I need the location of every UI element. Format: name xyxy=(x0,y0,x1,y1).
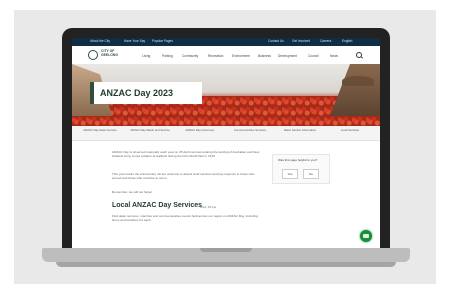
search-icon[interactable] xyxy=(356,52,362,58)
section-date: Wed, 25 Apr xyxy=(200,205,217,209)
nav-item[interactable]: Council xyxy=(308,54,319,58)
nav-item[interactable]: Business xyxy=(258,54,271,58)
topbar-link[interactable]: Popular Pages xyxy=(152,39,173,43)
subnav-link[interactable]: Dawn Service Information xyxy=(278,128,322,132)
subnav-link[interactable]: ANZAC Day March and Service xyxy=(128,128,172,132)
intro-paragraph: ANZAC Day is observed nationally each ye… xyxy=(112,150,260,159)
logo-text[interactable]: CITY OF GEELONG xyxy=(101,49,131,58)
laptop-base-shadow xyxy=(56,262,396,267)
subnav-link[interactable]: ANZAC Day Dawn Service xyxy=(78,128,122,132)
subnav-link[interactable]: ANZAC Day Ceremony xyxy=(178,128,222,132)
nav-item[interactable]: Parking xyxy=(162,54,173,58)
topbar-link[interactable]: Get Involved xyxy=(292,39,310,43)
sub-navigation: ANZAC Day Dawn Service ANZAC Day March a… xyxy=(72,126,380,141)
language-select[interactable]: English xyxy=(342,39,352,43)
slouch-hat-image xyxy=(342,76,374,86)
feedback-yes-button[interactable]: Yes xyxy=(282,169,298,179)
feedback-label: Was this page helpful to you? xyxy=(278,158,318,162)
nav-item[interactable]: Community xyxy=(182,54,198,58)
laptop-screen: About the City Have Your Say Popular Pag… xyxy=(72,38,380,248)
nav-item[interactable]: Environment xyxy=(232,54,250,58)
section-heading: Local ANZAC Day Services xyxy=(112,202,202,209)
title-accent-bar xyxy=(90,82,94,104)
body-paragraph: Find dawn services, marches and commemor… xyxy=(112,214,258,223)
feedback-widget: Was this page helpful to you? Yes No xyxy=(272,154,330,184)
site-header: CITY OF GEELONG Living Parking Community… xyxy=(72,46,380,64)
nav-item[interactable]: Development xyxy=(278,54,297,58)
utility-bar: About the City Have Your Say Popular Pag… xyxy=(72,38,380,46)
chat-icon[interactable] xyxy=(360,230,372,242)
logo-icon[interactable] xyxy=(88,50,98,60)
topbar-link[interactable]: Have Your Say xyxy=(124,39,145,43)
topbar-link[interactable]: Contact Us xyxy=(268,39,284,43)
subnav-link[interactable]: Local Services xyxy=(328,128,372,132)
nav-item[interactable]: Recreation xyxy=(208,54,223,58)
laptop-notch xyxy=(200,248,252,252)
feedback-no-button[interactable]: No xyxy=(303,169,319,179)
topbar-link[interactable]: Careers xyxy=(320,39,331,43)
nav-item[interactable]: Living xyxy=(142,54,150,58)
body-paragraph: This year marks the anniversary. All are… xyxy=(112,172,255,181)
page-title: ANZAC Day 2023 xyxy=(100,88,174,98)
nav-item[interactable]: News xyxy=(330,54,338,58)
subnav-link[interactable]: Commemorative Services xyxy=(228,128,272,132)
topbar-link[interactable]: About the City xyxy=(90,39,110,43)
body-paragraph: Remember, we will not forget. xyxy=(112,190,153,194)
